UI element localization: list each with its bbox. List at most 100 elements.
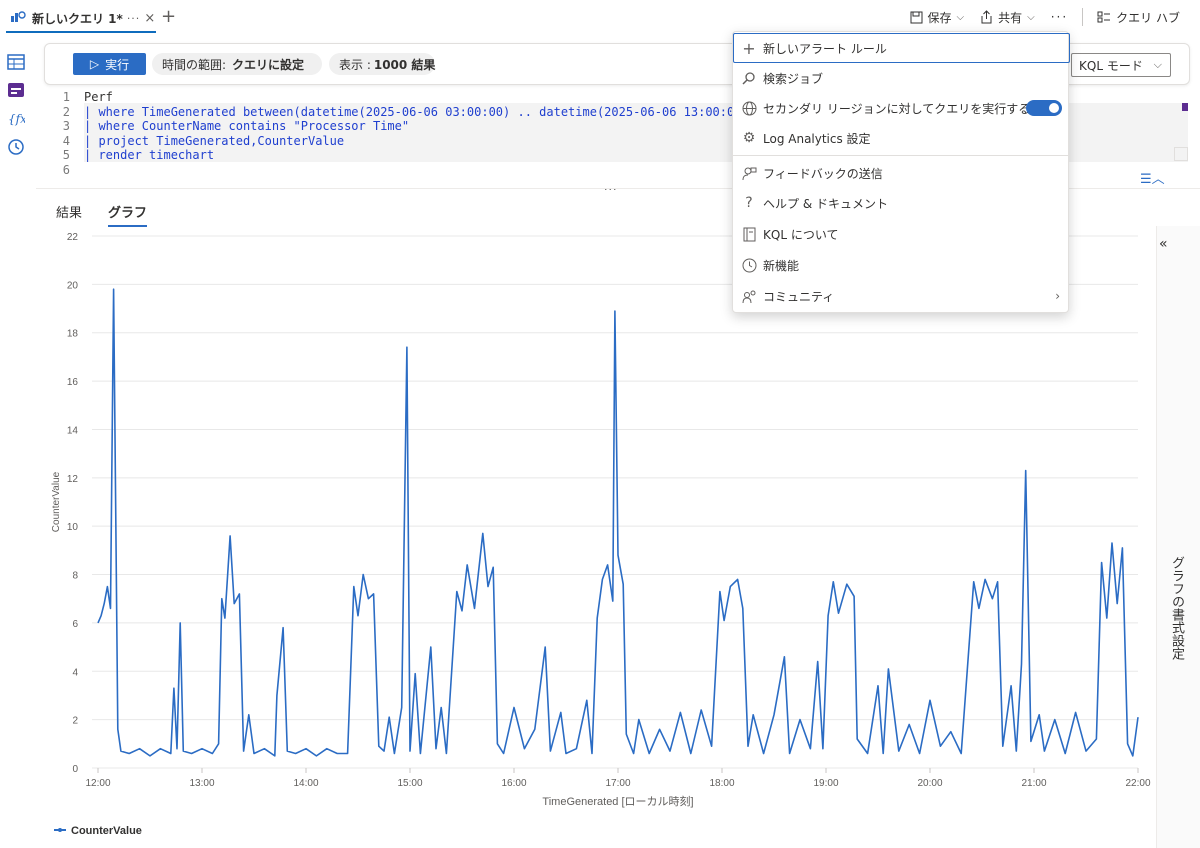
x-tick-label: 21:00 — [1021, 778, 1046, 789]
book-icon — [740, 225, 758, 243]
tab-title: 新しいクエリ 1* — [32, 11, 123, 26]
time-range-label: 時間の範囲: — [162, 57, 227, 72]
x-tick-label: 16:00 — [501, 778, 526, 789]
save-icon — [910, 11, 922, 23]
x-tick-label: 12:00 — [85, 778, 110, 789]
queries-icon[interactable] — [7, 81, 25, 99]
tab-chart[interactable]: グラフ — [108, 202, 148, 227]
menu-item-log-analytics-settings[interactable]: ⚙ Log Analytics 設定 — [733, 123, 1070, 153]
line-text: | render timechart — [84, 148, 215, 162]
y-tick-label: 10 — [67, 522, 79, 533]
x-tick-label: 20:00 — [917, 778, 942, 789]
line-number: 3 — [62, 119, 70, 133]
line-text: Perf — [84, 90, 113, 104]
run-button[interactable]: ▷ 実行 — [73, 53, 146, 75]
x-tick-label: 17:00 — [605, 778, 630, 789]
editor-line: 5 | render timechart — [44, 148, 214, 163]
line-number: 5 — [62, 148, 70, 162]
clock-icon — [740, 256, 758, 274]
y-tick-label: 2 — [72, 716, 78, 727]
share-button[interactable]: 共有 ⌵ — [972, 9, 1043, 26]
menu-item-label: 検索ジョブ — [763, 71, 824, 86]
menu-item-help-docs[interactable]: ? ヘルプ & ドキュメント — [733, 188, 1070, 218]
resize-handle[interactable]: ··· — [604, 183, 618, 196]
history-icon[interactable] — [7, 138, 25, 156]
query-hub-label: クエリ ハブ — [1116, 10, 1180, 25]
y-tick-label: 8 — [72, 571, 78, 582]
tab-new-query-1[interactable]: 新しいクエリ 1* ··· × — [6, 5, 156, 33]
close-icon[interactable]: × — [144, 11, 155, 26]
menu-item-new-alert-rule[interactable]: + 新しいアラート ルール — [733, 33, 1070, 63]
menu-item-label: ヘルプ & ドキュメント — [763, 196, 888, 211]
editor-line: 3 | where CounterName contains "Processo… — [44, 119, 409, 134]
display-value: 1000 結果 — [373, 57, 436, 72]
y-tick-label: 20 — [67, 280, 79, 291]
query-hub-button[interactable]: クエリ ハブ — [1089, 9, 1188, 26]
community-icon — [740, 287, 758, 305]
line-chart: 0 2 4 6 8 10 12 14 16 18 20 22 12:00 13:00 14:00 15:00 1… — [51, 232, 1151, 837]
chart-format-label[interactable]: グラフの書式設定 — [1167, 556, 1186, 660]
secondary-region-toggle[interactable] — [1026, 100, 1062, 116]
mode-select[interactable]: KQL モード ⌵ — [1071, 53, 1171, 77]
menu-item-about-kql[interactable]: KQL について — [733, 219, 1070, 249]
y-tick-label: 4 — [72, 667, 78, 678]
search-job-icon — [740, 69, 758, 87]
save-label: 保存 — [927, 10, 952, 25]
legend-marker — [58, 828, 62, 832]
tables-icon[interactable] — [7, 53, 25, 71]
feedback-icon — [740, 164, 758, 182]
add-tab-button[interactable]: + — [161, 6, 176, 27]
functions-icon[interactable]: {fx} — [7, 109, 25, 127]
menu-item-label: 新しいアラート ルール — [763, 41, 887, 56]
menu-item-secondary-region[interactable]: セカンダリ リージョンに対してクエリを実行する — [733, 93, 1070, 123]
menu-item-label: セカンダリ リージョンに対してクエリを実行する — [763, 101, 1031, 116]
x-tick-label: 13:00 — [189, 778, 214, 789]
chevron-down-icon: ⌵ — [956, 11, 965, 23]
result-limit-picker[interactable]: 表示 : 1000 結果 — [329, 53, 435, 75]
menu-item-label: Log Analytics 設定 — [763, 131, 871, 146]
y-tick-label: 6 — [72, 619, 78, 630]
query-hub-icon — [1097, 11, 1111, 23]
editor-line: 2 | where TimeGenerated between(datetime… — [44, 105, 756, 120]
expand-panel-icon[interactable]: « — [1159, 236, 1168, 252]
chevron-right-icon: › — [1055, 289, 1060, 303]
menu-divider — [733, 155, 1070, 156]
chevron-down-icon: ⌵ — [1153, 58, 1162, 71]
chevron-down-icon: ⌵ — [1027, 11, 1035, 23]
line-number: 4 — [62, 133, 70, 148]
y-tick-label: 22 — [67, 232, 79, 243]
time-range-picker[interactable]: 時間の範囲: クエリに設定 — [152, 53, 322, 75]
x-tick-label: 14:00 — [293, 778, 318, 789]
time-range-value: クエリに設定 — [232, 57, 305, 72]
save-button[interactable]: 保存 ⌵ — [902, 9, 973, 26]
menu-item-search-job[interactable]: 検索ジョブ — [733, 63, 1070, 93]
menu-item-label: コミュニティ — [763, 289, 835, 304]
chart-format-panel: « グラフの書式設定 — [1156, 226, 1200, 848]
line-text: | where CounterName contains "Processor … — [84, 119, 410, 133]
more-icon: ··· — [1050, 10, 1069, 24]
help-icon: ? — [745, 195, 753, 211]
plus-icon: + — [742, 38, 756, 58]
display-label: 表示 : — [339, 57, 371, 72]
y-axis-label: CounterValue — [51, 471, 62, 532]
editor-scroll-box — [1174, 147, 1188, 161]
menu-item-community[interactable]: コミュニティ › — [733, 281, 1070, 311]
tab-results[interactable]: 結果 — [56, 202, 82, 221]
menu-item-send-feedback[interactable]: フィードバックの送信 — [733, 158, 1070, 188]
x-axis-label: TimeGenerated [ローカル時刻] — [542, 794, 693, 808]
query-icon — [11, 11, 26, 22]
share-icon — [981, 10, 992, 24]
menu-item-label: 新機能 — [763, 258, 800, 273]
y-tick-label: 0 — [72, 764, 78, 775]
format-collapse-icon[interactable]: ☰︿ — [1140, 168, 1165, 187]
x-tick-label: 18:00 — [709, 778, 734, 789]
run-label: 実行 — [105, 57, 130, 72]
share-label: 共有 — [998, 10, 1023, 25]
chart-area: 0 2 4 6 8 10 12 14 16 18 20 22 12:00 13:00 14:00 15:00 1… — [36, 226, 1156, 848]
x-tick-label: 22:00 — [1125, 778, 1150, 789]
more-menu: + 新しいアラート ルール 検索ジョブ セカンダリ リージョンに対してクエリを実… — [732, 31, 1070, 313]
menu-item-whats-new[interactable]: 新機能 — [733, 250, 1070, 280]
left-rail: {fx} — [0, 44, 34, 848]
more-button[interactable]: ··· — [1043, 10, 1076, 24]
tab-more-icon[interactable]: ··· — [127, 12, 141, 25]
